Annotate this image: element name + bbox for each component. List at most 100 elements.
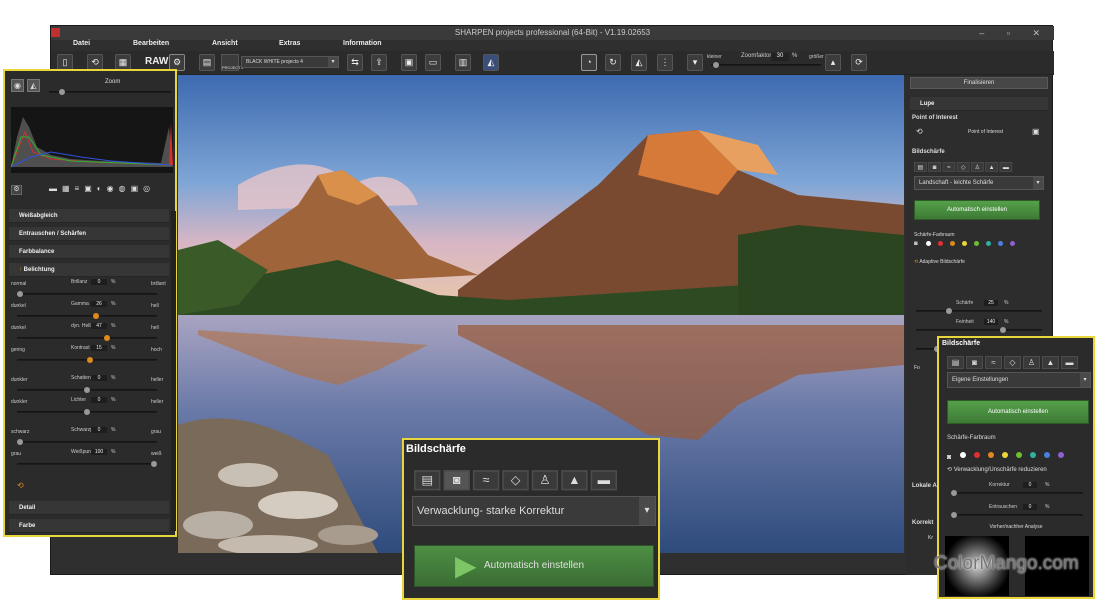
- settings-icon[interactable]: ⚙: [11, 185, 22, 195]
- exposure-slider[interactable]: [17, 461, 157, 467]
- document-icon[interactable]: ▤: [914, 162, 927, 172]
- slider-value[interactable]: 140: [984, 319, 998, 325]
- camera-icon[interactable]: ◙: [966, 356, 983, 369]
- farbraum-camera-icon[interactable]: ◙: [914, 241, 922, 247]
- zoom-slider[interactable]: [711, 62, 821, 68]
- color-dot[interactable]: [1002, 451, 1008, 458]
- sharpen-preset-dropdown[interactable]: Landschaft - leichte Schärfe ▾: [914, 176, 1044, 190]
- export-icon[interactable]: ⇆: [347, 54, 363, 71]
- slider-value[interactable]: 25: [984, 300, 998, 306]
- exposure-slider[interactable]: [17, 313, 157, 319]
- slider-value[interactable]: 0: [1023, 482, 1037, 488]
- slider-value[interactable]: 0: [91, 279, 107, 285]
- eye-icon[interactable]: ◉: [11, 79, 24, 92]
- mountain-icon[interactable]: ▲: [1042, 356, 1059, 369]
- landscape-icon[interactable]: ▬: [590, 470, 618, 491]
- diamond-icon[interactable]: ◇: [1004, 356, 1021, 369]
- slider-value[interactable]: 0: [1023, 504, 1037, 510]
- sharpen-slider[interactable]: [916, 327, 1042, 333]
- menu-datei[interactable]: Datei: [73, 40, 90, 47]
- save-icon[interactable]: ▤: [199, 54, 215, 71]
- sharpen-slider[interactable]: [916, 308, 1042, 314]
- document-icon[interactable]: ▤: [414, 470, 441, 491]
- verwacklung-icon[interactable]: ⟲: [947, 467, 954, 473]
- portrait-icon[interactable]: ♙: [1023, 356, 1040, 369]
- slider-value[interactable]: 26: [91, 301, 107, 307]
- preset-dropdown[interactable]: BLACK WHITE projects 4 ▾: [241, 56, 339, 68]
- slider-value[interactable]: 0: [91, 375, 107, 381]
- color-dot[interactable]: [988, 451, 994, 458]
- wave-icon[interactable]: ≈: [942, 162, 956, 172]
- color-dot[interactable]: [926, 241, 931, 246]
- split-view-icon[interactable]: ◭: [631, 54, 647, 71]
- color-dot[interactable]: [938, 241, 943, 246]
- popup-preset-dropdown[interactable]: Verwacklung- starke Korrektur ▾: [412, 496, 656, 526]
- menu-extras[interactable]: Extras: [279, 40, 300, 47]
- exposure-slider[interactable]: [17, 409, 157, 415]
- popup-auto-button[interactable]: ▶ Automatisch einstellen: [414, 545, 654, 587]
- section-weissabgleich[interactable]: Weißabgleich: [9, 209, 169, 223]
- slider-knob[interactable]: [104, 335, 111, 341]
- popup-right-dropdown[interactable]: Eigene Einstellungen ▾: [947, 372, 1091, 388]
- rotate-icon[interactable]: ⟳: [851, 54, 867, 71]
- slider-value[interactable]: 0: [91, 427, 107, 433]
- slider-knob[interactable]: [17, 439, 23, 445]
- section-entrauschen[interactable]: Entrauschen / Schärfen: [9, 227, 169, 241]
- screenshot-icon[interactable]: ▣: [1032, 127, 1040, 136]
- color-dot[interactable]: [1016, 451, 1022, 458]
- portrait-icon[interactable]: ♙: [531, 470, 559, 491]
- projects-button[interactable]: PROJECTS: [221, 54, 243, 71]
- zoom-out-icon[interactable]: ▾: [687, 54, 703, 71]
- color-dot[interactable]: [960, 451, 966, 458]
- book-icon[interactable]: ▥: [455, 54, 471, 71]
- mountain-icon[interactable]: ▲: [561, 470, 588, 491]
- color-dot[interactable]: [974, 451, 980, 458]
- finalize-button[interactable]: Finalisieren: [910, 77, 1048, 89]
- section-belichtung[interactable]: ↑ Belichtung: [9, 263, 169, 277]
- popup-right-auto-button[interactable]: Automatisch einstellen: [947, 400, 1089, 424]
- slider-value[interactable]: 100: [91, 449, 107, 455]
- print-icon[interactable]: ▣: [401, 54, 417, 71]
- portrait-icon[interactable]: ♙: [971, 162, 984, 172]
- landscape-icon[interactable]: ▬: [999, 162, 1013, 172]
- color-dot[interactable]: [1010, 241, 1015, 246]
- color-dot[interactable]: [950, 241, 955, 246]
- farbraum-camera-icon[interactable]: ◙: [947, 454, 956, 461]
- slider-knob[interactable]: [1000, 327, 1006, 333]
- zoom-in-icon[interactable]: ▴: [825, 54, 841, 71]
- color-dot[interactable]: [1058, 451, 1064, 458]
- shake-slider[interactable]: [951, 490, 1083, 496]
- exposure-slider[interactable]: [17, 439, 157, 445]
- section-detail[interactable]: Detail: [9, 501, 169, 515]
- color-dot[interactable]: [1044, 451, 1050, 458]
- slider-knob[interactable]: [951, 490, 957, 496]
- lupe-section[interactable]: Lupe: [910, 97, 1048, 111]
- exposure-slider[interactable]: [17, 387, 157, 393]
- slider-knob[interactable]: [93, 313, 100, 319]
- poi-button[interactable]: Point of Interest: [948, 127, 1016, 138]
- menu-information[interactable]: Information: [343, 40, 382, 47]
- exposure-slider[interactable]: [17, 335, 157, 341]
- slider-knob[interactable]: [86, 357, 93, 363]
- section-farbbalance[interactable]: Farbbalance: [9, 245, 169, 259]
- zoom-value[interactable]: 30: [771, 53, 789, 61]
- slider-knob[interactable]: [151, 461, 157, 467]
- left-scrollbar[interactable]: [171, 211, 176, 531]
- wave-icon[interactable]: ≈: [472, 470, 500, 491]
- color-dot[interactable]: [1030, 451, 1036, 458]
- diamond-icon[interactable]: ◇: [956, 162, 970, 172]
- slider-knob[interactable]: [17, 291, 23, 297]
- slider-knob[interactable]: [946, 308, 952, 314]
- slider-value[interactable]: 15: [91, 345, 107, 351]
- window-controls[interactable]: – ▫ ✕: [979, 26, 1050, 40]
- diamond-icon[interactable]: ◇: [502, 470, 529, 491]
- document-icon[interactable]: ▤: [947, 356, 964, 369]
- split-icon[interactable]: ◭: [27, 79, 40, 92]
- view-mode-icons[interactable]: ▬▦≡▣◐◉◍▣◎: [49, 184, 155, 193]
- camera-icon[interactable]: ◙: [928, 162, 941, 172]
- color-dot[interactable]: [974, 241, 979, 246]
- shake-slider[interactable]: [951, 512, 1083, 518]
- color-dot[interactable]: [986, 241, 991, 246]
- histogram-view-icon[interactable]: ◭: [483, 54, 499, 71]
- reset-icon[interactable]: ⟲: [17, 481, 24, 490]
